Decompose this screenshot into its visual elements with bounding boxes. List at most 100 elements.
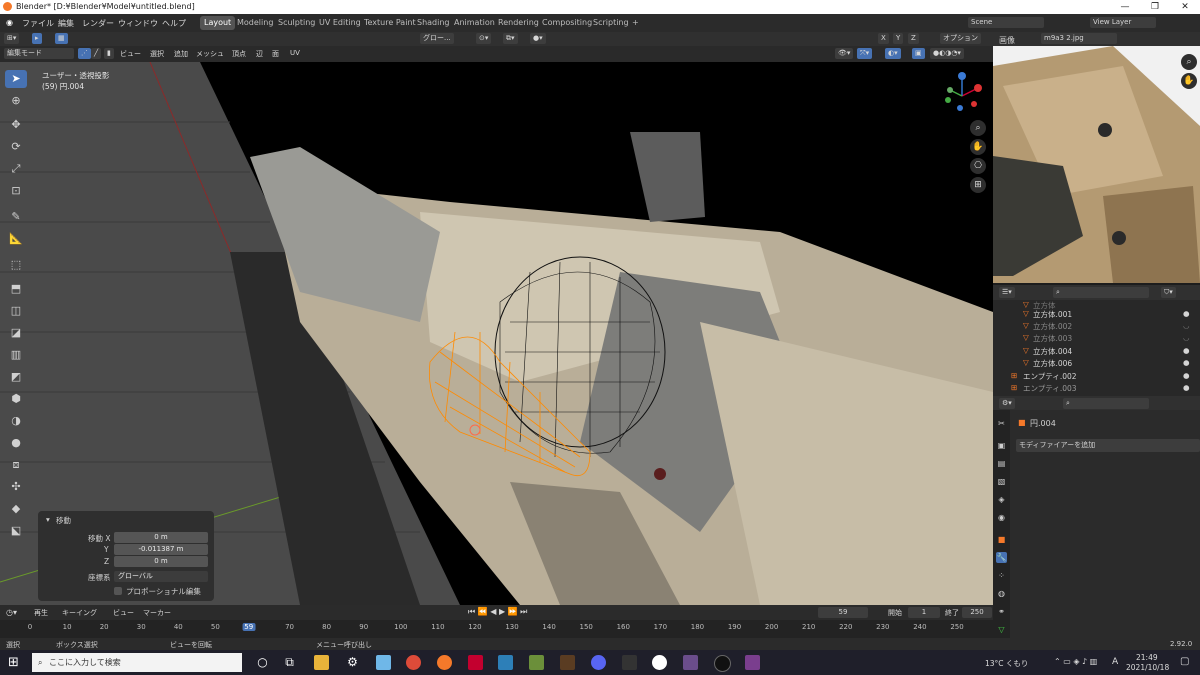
grid-view-icon[interactable]: ⊞	[970, 177, 986, 193]
tab-sculpting[interactable]: Sculpting	[274, 16, 319, 30]
blender-menu-icon[interactable]: ◉	[6, 18, 13, 27]
app-round-icon[interactable]	[652, 655, 667, 670]
add-modifier-dropdown[interactable]: モディファイアーを追加	[1016, 439, 1200, 452]
menu-edge[interactable]: 辺	[256, 49, 263, 59]
timeline-keying-menu[interactable]: キーイング	[62, 608, 97, 618]
settings-icon[interactable]: ⚙	[345, 655, 360, 670]
shrink-fatten-tool-icon[interactable]: ✣	[5, 478, 27, 496]
move-y-field[interactable]: -0.011387 m	[114, 544, 208, 555]
blender-taskbar-icon[interactable]	[437, 655, 452, 670]
tab-rendering[interactable]: Rendering	[494, 16, 543, 30]
eye-icon[interactable]: ●	[1183, 383, 1190, 392]
cursor-tool-icon[interactable]: ⊕	[5, 92, 27, 110]
snap-icon[interactable]: ⧉▾	[503, 33, 518, 44]
cortana-icon[interactable]: ○	[255, 655, 270, 670]
taskbar-search[interactable]: ⌕ ここに入力して検索	[32, 653, 242, 672]
file-explorer-icon[interactable]	[314, 655, 329, 670]
shading-solid-icon[interactable]: ●◐◑◔▾	[930, 48, 964, 59]
maximize-button[interactable]: ❐	[1140, 0, 1170, 14]
timeline-editor-icon[interactable]: ◷▾	[6, 608, 17, 617]
eye-closed-icon[interactable]: ◡	[1183, 321, 1190, 330]
eye-closed-icon[interactable]: ◡	[1183, 333, 1190, 342]
tab-uv-editing[interactable]: UV Editing	[315, 16, 365, 30]
outliner-filter-icon[interactable]: ⛉▾	[1161, 287, 1176, 298]
physics-tab-icon[interactable]: ◍	[996, 588, 1007, 599]
world-tab-icon[interactable]: ◉	[996, 512, 1007, 523]
render-tab-icon[interactable]: ▣	[996, 440, 1007, 451]
modifier-tab-icon[interactable]: 🔧	[996, 552, 1007, 563]
timeline-view-menu[interactable]: ビュー	[113, 608, 134, 618]
tab-compositing[interactable]: Compositing	[538, 16, 596, 30]
navigation-gizmo[interactable]	[938, 68, 986, 116]
rotate-tool-icon[interactable]: ⟳	[5, 138, 27, 156]
shear-tool-icon[interactable]: ◆	[5, 500, 27, 518]
select-tool-icon[interactable]: ▸	[32, 33, 42, 44]
menu-render[interactable]: レンダー	[82, 18, 114, 29]
outliner-row[interactable]: ▽ 立方体.004 ●	[993, 346, 1200, 358]
menu-face[interactable]: 面	[272, 49, 279, 59]
app-purple-icon[interactable]	[683, 655, 698, 670]
panel-collapse-icon[interactable]: ▾	[46, 515, 50, 524]
clock-time[interactable]: 21:49	[1136, 653, 1158, 662]
eye-icon[interactable]: ●	[1183, 358, 1190, 367]
select-mode-new-icon[interactable]: ▦	[55, 33, 68, 44]
menu-mesh[interactable]: メッシュ	[196, 49, 224, 59]
editor-type-button[interactable]: ⊞▾	[4, 33, 20, 44]
proportional-edit-icon[interactable]: ●▾	[530, 33, 546, 44]
overlay-icon[interactable]: ◐▾	[885, 48, 901, 59]
transform-orientation-dropdown[interactable]: グロー...	[420, 33, 454, 44]
zoom-icon[interactable]: ⌕	[970, 120, 986, 136]
scene-tab-icon[interactable]: ◈	[996, 494, 1007, 505]
outliner-search-icon[interactable]: ⌕	[1053, 287, 1149, 298]
gizmo-icon[interactable]: ⤧▾	[857, 48, 873, 59]
axis-z-toggle[interactable]: Z	[908, 33, 919, 44]
menu-help[interactable]: ヘルプ	[162, 18, 186, 29]
timeline-ruler[interactable]: 0 10 20 30 40 50 59 70 80 90 100 110 120 130 140 150 160…	[0, 620, 993, 638]
app-skull-icon[interactable]	[714, 655, 731, 672]
outliner-row[interactable]: ⊞ エンプティ.003 ●	[993, 383, 1200, 395]
edge-slide-tool-icon[interactable]: ⧈	[5, 456, 27, 474]
weather-widget[interactable]: 13°C くもり	[985, 658, 1028, 669]
discord-icon[interactable]	[591, 655, 606, 670]
edge-select-icon[interactable]: ╱	[91, 48, 102, 59]
loop-cut-tool-icon[interactable]: ▥	[5, 346, 27, 364]
view-layer-tab-icon[interactable]: ▧	[996, 476, 1007, 487]
tab-texture-paint[interactable]: Texture Paint	[360, 16, 420, 30]
axis-x-toggle[interactable]: X	[878, 33, 889, 44]
scale-tool-icon[interactable]: ⤢	[5, 160, 27, 178]
app-game-icon[interactable]	[745, 655, 760, 670]
bevel-tool-icon[interactable]: ◪	[5, 324, 27, 342]
outliner-row[interactable]: ▽ 立方体.001 ●	[993, 309, 1200, 321]
scene-selector[interactable]: Scene	[968, 17, 1044, 28]
properties-search-icon[interactable]: ⌕	[1063, 398, 1149, 409]
tab-animation[interactable]: Animation	[450, 16, 499, 30]
menu-add[interactable]: 追加	[174, 49, 188, 59]
image-zoom-icon[interactable]: ⌕	[1181, 54, 1197, 70]
ime-indicator[interactable]: A	[1112, 657, 1118, 667]
inset-tool-icon[interactable]: ◫	[5, 302, 27, 320]
end-frame-field[interactable]: 250	[962, 607, 992, 618]
start-icon[interactable]: ⊞	[8, 656, 23, 671]
app-brown-icon[interactable]	[560, 655, 575, 670]
options-dropdown[interactable]: オプション	[940, 33, 981, 44]
camera-icon[interactable]: ⎔	[970, 158, 986, 174]
outliner-row[interactable]: ▽ 立方体.003 ◡	[993, 333, 1200, 345]
tab-modeling[interactable]: Modeling	[233, 16, 277, 30]
outliner-row[interactable]: ⊞ エンプティ.002 ●	[993, 371, 1200, 383]
knife-tool-icon[interactable]: ◩	[5, 368, 27, 386]
start-frame-field[interactable]: 1	[908, 607, 940, 618]
menu-select[interactable]: 選択	[150, 49, 164, 59]
constraints-tab-icon[interactable]: ⚭	[996, 606, 1007, 617]
transform-tool-icon[interactable]: ⊡	[5, 182, 27, 200]
mode-dropdown[interactable]: 編集モード	[4, 48, 74, 59]
tab-scripting[interactable]: Scripting	[589, 16, 633, 30]
tool-tab-icon[interactable]: ✂	[996, 418, 1007, 429]
data-tab-icon[interactable]: ▽	[996, 624, 1007, 635]
menu-file[interactable]: ファイル	[22, 18, 54, 29]
poly-build-tool-icon[interactable]: ⬢	[5, 390, 27, 408]
menu-uv[interactable]: UV	[290, 49, 300, 57]
minecraft-icon[interactable]	[529, 655, 544, 670]
outliner-row[interactable]: ▽ 立方体.006 ●	[993, 358, 1200, 370]
eye-icon[interactable]: ●	[1183, 371, 1190, 380]
task-view-icon[interactable]: ⧉	[282, 655, 297, 670]
